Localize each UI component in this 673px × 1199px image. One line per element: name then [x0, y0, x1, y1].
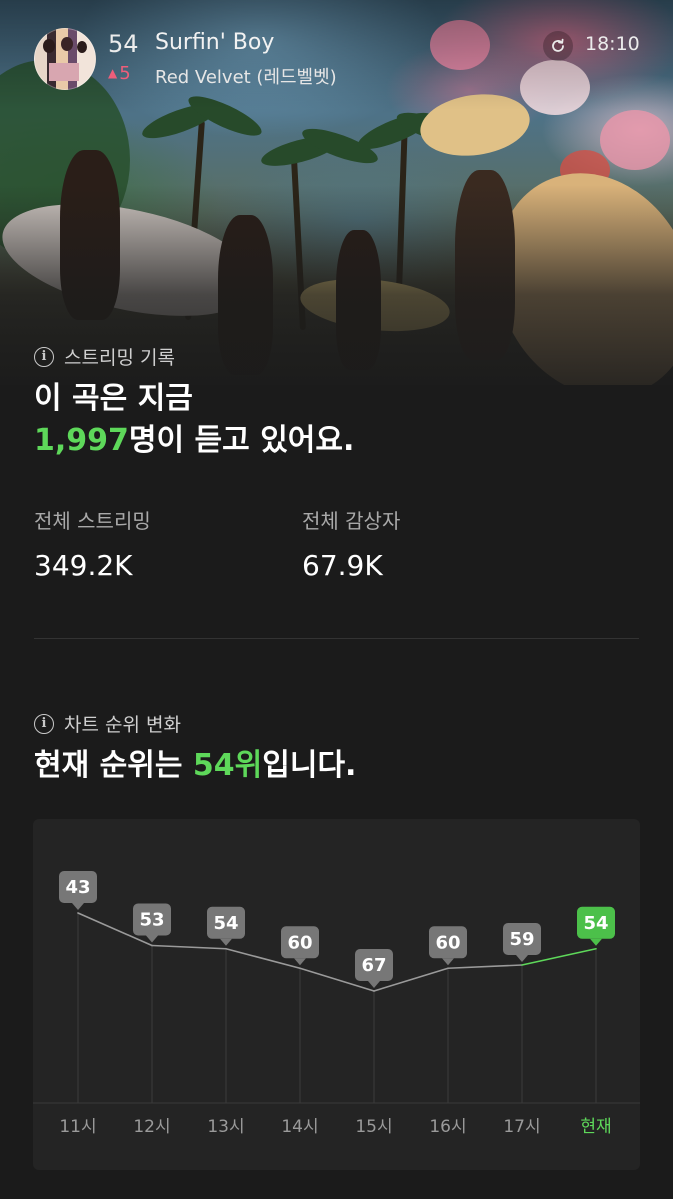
song-title[interactable]: Surfin' Boy — [155, 30, 274, 55]
total-listeners-value: 67.9K — [302, 549, 383, 582]
rank-data-label: 43 — [65, 877, 90, 898]
streaming-record-label: i 스트리밍 기록 — [34, 343, 175, 370]
refresh-button[interactable] — [543, 31, 573, 61]
streaming-headline-line1: 이 곡은 지금 — [34, 381, 193, 416]
streaming-record-title: 스트리밍 기록 — [64, 347, 175, 369]
rank-data-label: 60 — [287, 932, 312, 953]
rank-label-pointer — [146, 935, 158, 943]
chart-line-segment — [151, 944, 227, 950]
refresh-icon — [552, 38, 564, 52]
rank-label-pointer — [368, 981, 380, 988]
x-tick-label: 17시 — [503, 1117, 540, 1137]
chart-headline: 현재 순위는 54위입니다. — [34, 745, 356, 787]
x-tick-label: 15시 — [355, 1117, 392, 1137]
x-tick-label: 14시 — [281, 1117, 318, 1137]
info-icon[interactable]: i — [34, 713, 54, 734]
section-divider — [34, 638, 639, 639]
streaming-headline: 이 곡은 지금 1,997명이 듣고 있어요. — [34, 378, 354, 462]
streaming-headline-line2: 1,997명이 듣고 있어요. — [34, 420, 354, 462]
chart-headline-suffix: 입니다. — [262, 748, 357, 783]
rank-label-pointer — [294, 958, 306, 966]
rank-chart-card: 43 11시 53 12시 54 13시 60 14시 67 15시 60 16시 59 17시 54 현재 — [33, 819, 640, 1170]
rank-data-label: 60 — [435, 932, 460, 953]
chart-rank-change-label: i 차트 순위 변화 — [34, 710, 181, 737]
rank-up-arrow-icon: ▲ — [108, 66, 118, 80]
total-streams-label: 전체 스트리밍 — [34, 509, 151, 533]
rank-change-value: 5 — [119, 63, 131, 84]
listeners-count: 1,997 — [34, 423, 129, 458]
update-time: 18:10 — [585, 33, 640, 55]
rank-data-label: 54 — [583, 913, 608, 934]
chart-line-segment — [447, 964, 523, 970]
rank-data-label: 67 — [361, 955, 386, 976]
x-tick-label: 11시 — [59, 1117, 96, 1137]
current-rank: 54 — [108, 30, 139, 58]
rank-label-pointer — [72, 903, 84, 910]
total-streams-value: 349.2K — [34, 549, 133, 582]
rank-label-pointer — [220, 938, 232, 946]
listeners-suffix: 명이 듣고 있어요. — [128, 423, 355, 458]
chart-headline-rank: 54위 — [192, 748, 263, 783]
rank-data-label: 59 — [509, 929, 534, 950]
x-tick-label: 16시 — [429, 1117, 466, 1137]
chart-rank-change-title: 차트 순위 변화 — [64, 714, 181, 736]
rank-label-pointer — [590, 938, 602, 946]
x-tick-label: 12시 — [133, 1117, 170, 1137]
info-icon[interactable]: i — [34, 346, 54, 367]
x-tick-label: 현재 — [580, 1117, 611, 1137]
rank-change: ▲ 5 — [108, 63, 131, 84]
album-art-background — [0, 0, 673, 385]
rank-label-pointer — [516, 955, 528, 962]
rank-data-label: 53 — [139, 910, 164, 931]
rank-label-pointer — [442, 958, 454, 966]
artist-name[interactable]: Red Velvet (레드벨벳) — [155, 63, 337, 89]
x-tick-label: 13시 — [207, 1117, 244, 1137]
rank-line-chart: 43 11시 53 12시 54 13시 60 14시 67 15시 60 16시 59 17시 54 현재 — [33, 871, 640, 1137]
total-listeners-label: 전체 감상자 — [302, 509, 401, 533]
rank-data-label: 54 — [213, 913, 238, 934]
album-thumbnail[interactable] — [34, 28, 96, 90]
chart-headline-prefix: 현재 순위는 — [34, 748, 193, 783]
